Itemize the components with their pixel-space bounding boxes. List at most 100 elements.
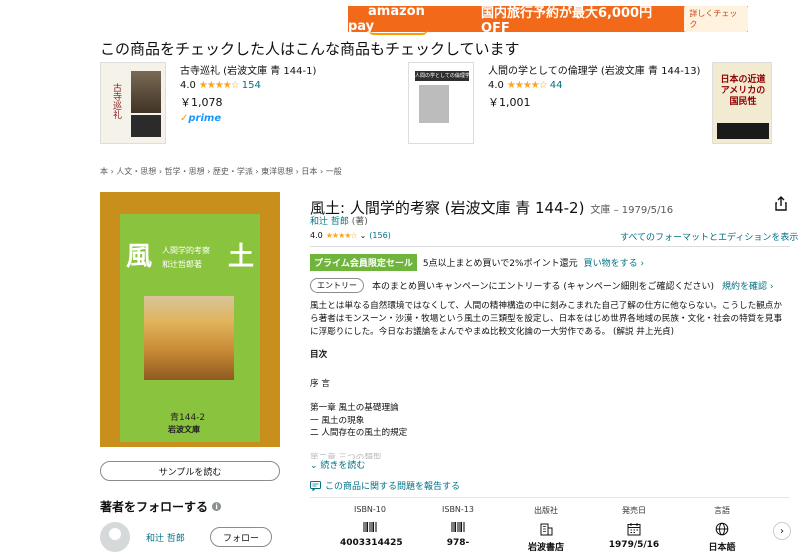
read-more-link[interactable]: ⌄ 続きを読む (310, 458, 365, 471)
cover-kanji-right: 土 (228, 242, 255, 272)
entry-text: 本のまとめ買いキャンペーンにエントリーする (キャンペーン細則をご確認ください) (372, 282, 714, 292)
book-cover[interactable]: 人間の学としての倫理学 (408, 62, 474, 144)
toc-item: 一 風土の現象 (310, 415, 365, 426)
report-issue-link[interactable]: この商品に関する問題を報告する (310, 479, 460, 492)
detail-value: 4003314425 (340, 538, 403, 548)
chevron-down-icon[interactable]: ⌄ (360, 231, 367, 240)
toc-title: 目次 (310, 350, 328, 360)
temple-photo-2 (131, 115, 161, 137)
rating-count[interactable]: (156) (369, 231, 391, 240)
star-rating-icon[interactable]: ★★★★☆ (199, 80, 240, 91)
detail-label: ISBN-10 (354, 505, 386, 514)
main-book-cover[interactable]: 風 土 人間学的考察 和辻哲郎著 青144-2 岩波文庫 (100, 192, 280, 447)
terms-link[interactable]: 規約を確認 › (722, 279, 773, 292)
amazon-pay-logo: amazon pay (348, 4, 451, 35)
detail-value: 978- (446, 538, 470, 548)
ad-banner[interactable]: amazon pay 国内旅行予約が最大6,000円OFF 詳しくチェック (348, 4, 748, 36)
detail-value: 1979/5/16 (608, 540, 660, 550)
author-photo (419, 85, 449, 123)
read-more-label: 続きを読む (320, 461, 366, 471)
rating-count[interactable]: 44 (550, 80, 563, 91)
share-icon[interactable] (772, 195, 790, 213)
recommendation-title[interactable]: 古寺巡礼 (岩波文庫 青 144-1) (180, 62, 316, 77)
divider (310, 246, 790, 247)
toc-item: 第一章 風土の基礎理論 (310, 403, 399, 413)
recommendation-card[interactable]: 人間の学としての倫理学 人間の学としての倫理学 (岩波文庫 青 144-13) … (408, 62, 700, 150)
entry-button[interactable]: エントリー (310, 278, 364, 293)
building-icon (540, 523, 553, 536)
byline-role: (著) (348, 217, 368, 227)
cover-band (717, 123, 769, 139)
recommendation-card[interactable]: 日本の近道 アメリカの国民性 (712, 62, 786, 150)
read-sample-button[interactable]: サンプルを読む (100, 461, 280, 481)
recommendations-title: この商品をチェックした人はこんな商品もチェックしています (100, 40, 520, 58)
detail-label: ISBN-13 (442, 505, 474, 514)
author-avatar[interactable] (100, 522, 130, 552)
globe-icon (715, 522, 729, 536)
book-cover[interactable]: 古寺巡礼 (100, 62, 166, 144)
desert-photo (144, 296, 234, 380)
promo-link[interactable]: 買い物をする › (584, 256, 644, 269)
cover-subtitle-block: 人間学的考察 和辻哲郎著 (162, 244, 210, 272)
price: ￥1,078 (180, 96, 223, 109)
cover-title: 日本の近道 アメリカの国民性 (720, 75, 766, 107)
star-rating-icon[interactable]: ★★★★☆ (326, 231, 358, 240)
barcode-icon (363, 522, 377, 532)
cover-title: 古寺巡礼 (111, 83, 121, 119)
banner-cta[interactable]: 詳しくチェック (684, 6, 748, 32)
breadcrumb[interactable]: 本 › 人文・思想 › 哲学・思想 › 歴史・学派 › 東洋思想 › 日本 › … (100, 166, 342, 177)
chevron-right-icon[interactable]: › (773, 522, 791, 540)
rating-value: 4.0 (488, 80, 504, 91)
promo-text: 5点以上まとめ買いで2%ポイント還元 (422, 259, 578, 269)
table-of-contents: 目次 序 言 第一章 風土の基礎理論 一 風土の現象 二 人間存在の風土的規定 … (310, 349, 407, 459)
recommendation-card[interactable]: 古寺巡礼 古寺巡礼 (岩波文庫 青 144-1) 4.0 ★★★★☆ 154 ￥… (100, 62, 316, 150)
byline-author[interactable]: 和辻 哲郎 (310, 217, 349, 227)
rating-summary: 4.0 ★★★★☆ ⌄ (156) (310, 231, 391, 240)
toc-item: 序 言 (310, 378, 330, 389)
message-icon (310, 480, 321, 491)
star-rating-icon[interactable]: ★★★★☆ (507, 80, 548, 91)
cover-subtitle: 人間学的考察 (162, 246, 210, 255)
entry-row: エントリー 本のまとめ買いキャンペーンにエントリーする (キャンペーン細則をご確… (310, 278, 773, 293)
banner-headline: 国内旅行予約が最大6,000円OFF (480, 6, 653, 36)
rating-count[interactable]: 154 (242, 80, 261, 91)
product-description: 風土とは単なる自然環境ではなくして、人間の精神構造の中に刻みこまれた自己了解の仕… (310, 301, 783, 337)
toc-item: 二 人間存在の風土的規定 (310, 428, 408, 438)
book-cover[interactable]: 日本の近道 アメリカの国民性 (712, 62, 772, 144)
detail-release-date: 発売日 1979/5/16 (604, 505, 664, 550)
follow-button[interactable]: フォロー (210, 527, 272, 547)
detail-language: 言語 日本語 (692, 505, 752, 553)
recommendation-title[interactable]: 人間の学としての倫理学 (岩波文庫 青 144-13) (488, 62, 700, 77)
temple-photo (131, 71, 161, 113)
report-issue-label: この商品に関する問題を報告する (325, 482, 461, 492)
cover-publisher: 岩波文庫 (168, 425, 200, 434)
product-format-meta: 文庫 – 1979/5/16 (590, 205, 674, 216)
detail-publisher: 出版社 岩波書店 (516, 505, 576, 553)
cover-author: 和辻哲郎著 (162, 260, 202, 269)
cover-number: 青144-2 (170, 413, 206, 423)
price: ￥1,001 (488, 96, 531, 109)
author-link[interactable]: 和辻 哲郎 (146, 531, 185, 544)
detail-isbn10: ISBN-10 4003314425 (340, 505, 403, 548)
follow-author-heading: 著者をフォローする i (100, 498, 222, 515)
detail-label: 出版社 (534, 506, 558, 515)
barcode-icon (451, 522, 465, 532)
cover-inner-panel: 風 土 人間学的考察 和辻哲郎著 青144-2 岩波文庫 (120, 214, 260, 442)
rating-value: 4.0 (180, 80, 196, 91)
divider (310, 497, 790, 498)
info-icon[interactable]: i (212, 502, 222, 511)
promo-badge: プライム会員限定セール (310, 254, 417, 271)
cover-title: 人間の学としての倫理学 (415, 71, 469, 81)
all-formats-link[interactable]: すべてのフォーマットとエディションを表示 (620, 230, 798, 243)
detail-value: 岩波書店 (527, 543, 564, 553)
follow-title-text: 著者をフォローする (100, 500, 209, 514)
calendar-icon (627, 523, 641, 536)
detail-isbn13: ISBN-13 978- (428, 505, 488, 548)
chevron-down-icon: ⌄ (310, 461, 318, 471)
product-details-carousel: ISBN-10 4003314425 ISBN-13 978- 出版社 岩波書店… (340, 505, 770, 553)
byline: 和辻 哲郎 (著) (310, 214, 368, 227)
cover-kanji-left: 風 (126, 242, 153, 272)
rating-value: 4.0 (310, 231, 323, 240)
detail-value: 日本語 (708, 543, 736, 553)
detail-label: 発売日 (622, 506, 646, 515)
